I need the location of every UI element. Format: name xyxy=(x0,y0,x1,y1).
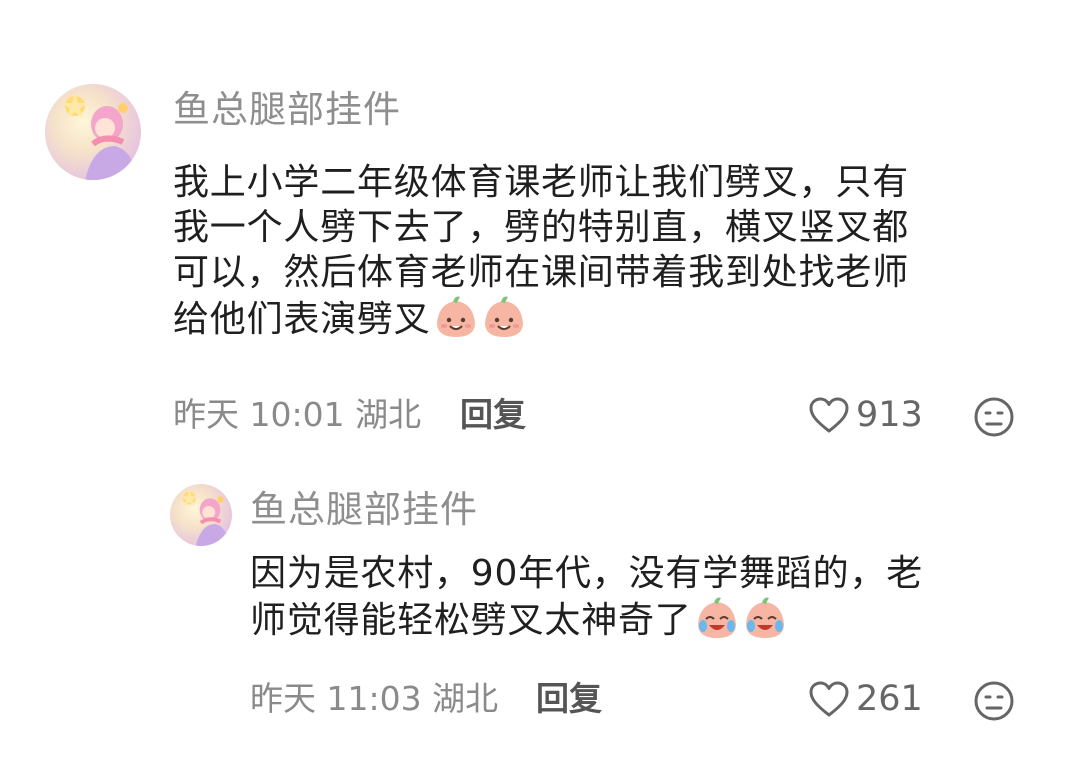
heart-icon xyxy=(809,681,849,717)
laugh-cry-peach-emoji xyxy=(694,596,740,651)
like-count: 261 xyxy=(856,679,923,719)
reply-text-line: 因为是农村，90年代，没有学舞蹈的，老 xyxy=(250,553,924,594)
comment-text-line: 我一个人劈下去了，劈的特别直，横叉竖叉都 xyxy=(173,207,910,248)
dislike-icon[interactable] xyxy=(973,396,1015,438)
comment-username[interactable]: 鱼总腿部挂件 xyxy=(173,90,401,130)
comment-time-location: 昨天 10:01 湖北 xyxy=(173,395,422,434)
reply-button[interactable]: 回复 xyxy=(536,680,602,718)
heart-icon xyxy=(809,397,849,433)
comment-text-line: 可以，然后体育老师在课间带着我到处找老师 xyxy=(173,252,910,293)
comment-text: 我上小学二年级体育课老师让我们劈叉，只有 我一个人劈下去了，劈的特别直，横叉竖叉… xyxy=(173,160,909,340)
comment-text-line: 我上小学二年级体育课老师让我们劈叉，只有 xyxy=(173,162,910,203)
reply-text: 因为是农村，90年代，没有学舞蹈的，老 师觉得能轻松劈叉太神奇了 xyxy=(250,551,923,641)
reply-time-location: 昨天 11:03 湖北 xyxy=(250,679,499,718)
smile-peach-emoji xyxy=(433,295,479,350)
like-button[interactable]: 261 xyxy=(808,679,923,719)
reply-username[interactable]: 鱼总腿部挂件 xyxy=(250,490,478,530)
like-count: 913 xyxy=(856,395,923,435)
reply-text-line: 师觉得能轻松劈叉太神奇了 xyxy=(250,596,923,641)
smile-peach-emoji xyxy=(481,295,527,350)
avatar[interactable] xyxy=(45,84,141,180)
dislike-icon[interactable] xyxy=(973,680,1015,722)
comment-text-line: 给他们表演劈叉 xyxy=(173,295,909,340)
reply-button[interactable]: 回复 xyxy=(460,396,526,434)
laugh-cry-peach-emoji xyxy=(742,596,788,651)
reply-avatar[interactable] xyxy=(170,484,232,546)
like-button[interactable]: 913 xyxy=(808,395,923,435)
